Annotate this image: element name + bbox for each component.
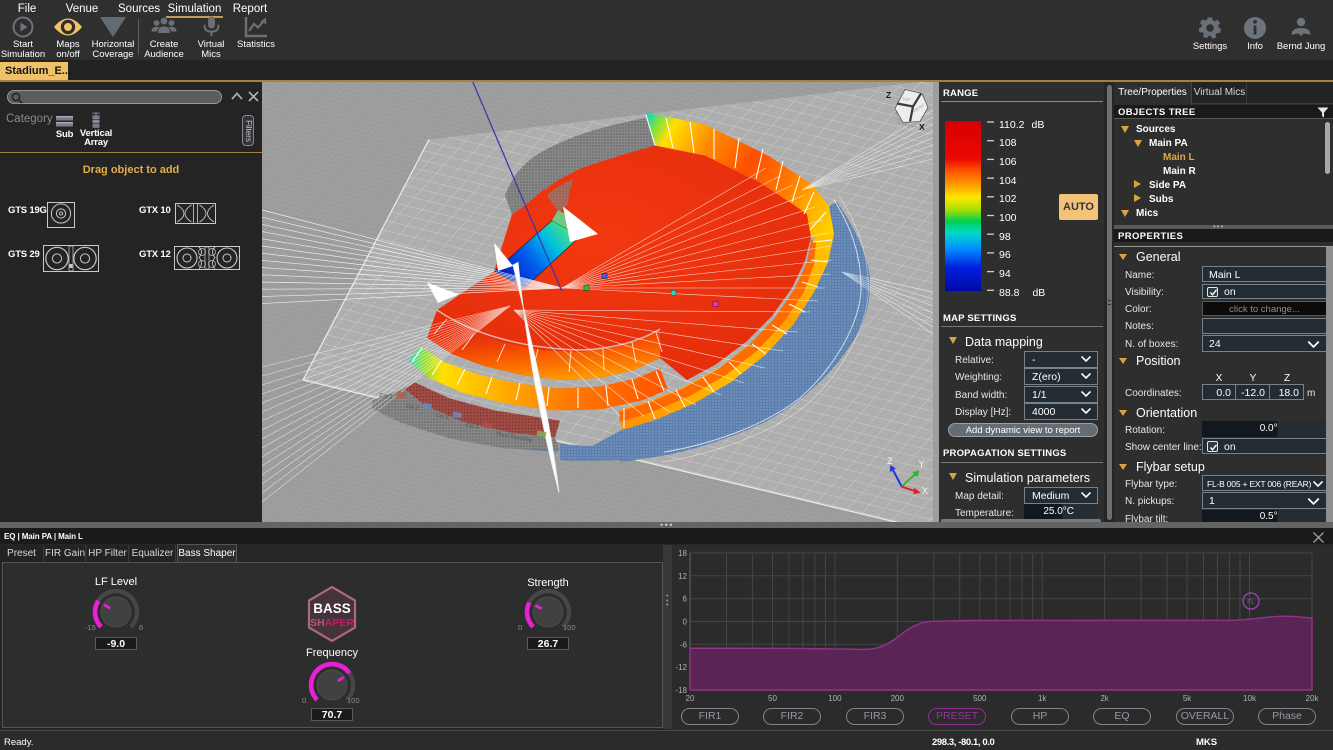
svg-text:200: 200 bbox=[891, 694, 905, 703]
svg-text:50: 50 bbox=[768, 694, 777, 703]
svg-text:20: 20 bbox=[686, 694, 695, 703]
svg-text:18: 18 bbox=[678, 549, 687, 558]
svg-text:X: X bbox=[919, 122, 925, 132]
svg-text:20k: 20k bbox=[1306, 694, 1320, 703]
svg-text:12: 12 bbox=[678, 572, 687, 581]
svg-text:500: 500 bbox=[973, 694, 987, 703]
svg-text:Y: Y bbox=[919, 459, 925, 469]
svg-text:2k: 2k bbox=[1100, 694, 1109, 703]
svg-text:1k: 1k bbox=[1038, 694, 1047, 703]
svg-text:SHAPER: SHAPER bbox=[310, 617, 354, 629]
svg-text:Z: Z bbox=[887, 456, 893, 466]
svg-text:-12: -12 bbox=[675, 663, 687, 672]
svg-text:-6: -6 bbox=[680, 640, 688, 649]
svg-text:5k: 5k bbox=[1183, 694, 1192, 703]
svg-text:BASS: BASS bbox=[313, 601, 351, 616]
svg-text:6: 6 bbox=[683, 595, 688, 604]
svg-text:100: 100 bbox=[828, 694, 842, 703]
svg-text:Z: Z bbox=[886, 90, 891, 100]
svg-text:FL: FL bbox=[1247, 599, 1255, 606]
svg-text:0: 0 bbox=[683, 618, 688, 627]
svg-text:X: X bbox=[922, 486, 928, 496]
svg-text:10k: 10k bbox=[1243, 694, 1257, 703]
